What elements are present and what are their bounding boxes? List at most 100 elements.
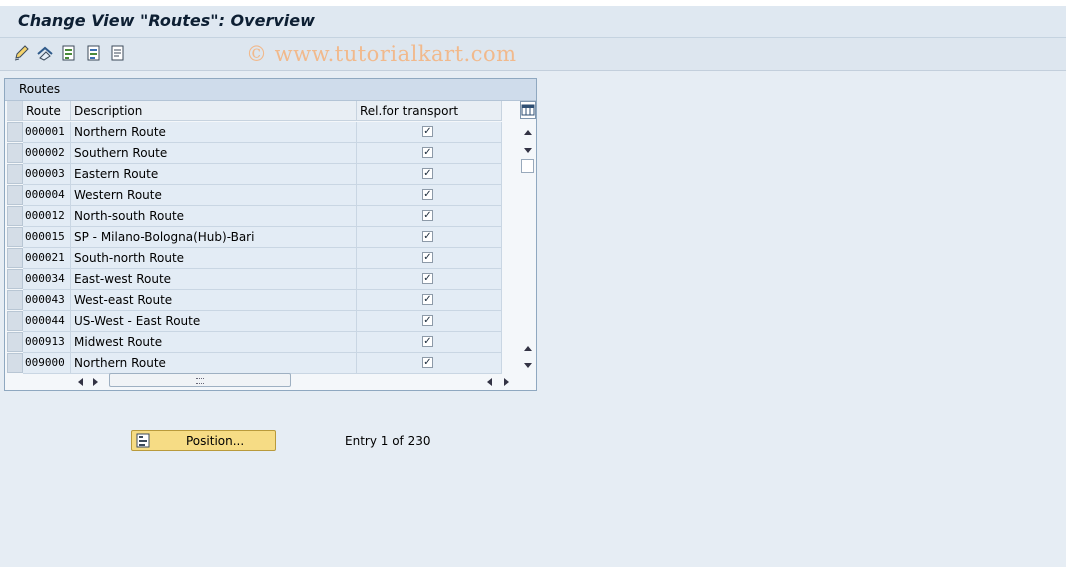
rel-transport-cell: ✓ <box>357 248 502 269</box>
table-row[interactable]: 000002 Southern Route ✓ <box>5 143 518 164</box>
description-cell: SP - Milano-Bologna(Hub)-Bari <box>71 227 357 248</box>
rel-transport-checkbox[interactable]: ✓ <box>422 168 433 179</box>
row-selector[interactable] <box>7 269 23 289</box>
rel-transport-cell: ✓ <box>357 122 502 143</box>
table-title: Routes <box>19 82 61 96</box>
select-all-header[interactable] <box>7 101 23 121</box>
column-header-route[interactable]: Route <box>23 101 71 121</box>
description-cell: Northern Route <box>71 122 357 143</box>
scroll-up-icon[interactable] <box>523 125 533 139</box>
route-cell: 000043 <box>23 290 71 311</box>
route-cell: 000004 <box>23 185 71 206</box>
rel-transport-cell: ✓ <box>357 164 502 185</box>
table-row[interactable]: 000044 US-West - East Route ✓ <box>5 311 518 332</box>
horizontal-scroll-thumb[interactable] <box>109 373 291 387</box>
table-row[interactable]: 000001 Northern Route ✓ <box>5 122 518 143</box>
route-cell: 000034 <box>23 269 71 290</box>
table-row[interactable]: 009000 Northern Route ✓ <box>5 353 518 374</box>
watermark: © www.tutorialkart.com <box>246 42 517 66</box>
row-selector[interactable] <box>7 353 23 373</box>
row-selector[interactable] <box>7 185 23 205</box>
position-icon <box>136 433 150 451</box>
table-row[interactable]: 000043 West-east Route ✓ <box>5 290 518 311</box>
rel-transport-checkbox[interactable]: ✓ <box>422 357 433 368</box>
route-cell: 000001 <box>23 122 71 143</box>
rel-transport-checkbox[interactable]: ✓ <box>422 273 433 284</box>
row-selector[interactable] <box>7 122 23 142</box>
rel-transport-cell: ✓ <box>357 332 502 353</box>
rel-transport-cell: ✓ <box>357 227 502 248</box>
route-cell: 000012 <box>23 206 71 227</box>
routes-table-control: Routes Route Description Rel.for transpo… <box>4 78 537 391</box>
vertical-scrollbar[interactable] <box>519 101 536 371</box>
scroll-right-end-icon[interactable] <box>503 376 511 390</box>
table-row[interactable]: 000015 SP - Milano-Bologna(Hub)-Bari ✓ <box>5 227 518 248</box>
rel-transport-checkbox[interactable]: ✓ <box>422 189 433 200</box>
rel-transport-checkbox[interactable]: ✓ <box>422 231 433 242</box>
description-cell: East-west Route <box>71 269 357 290</box>
rel-transport-cell: ✓ <box>357 143 502 164</box>
table-row[interactable]: 000012 North-south Route ✓ <box>5 206 518 227</box>
column-header-rel-transport[interactable]: Rel.for transport <box>357 101 502 121</box>
description-cell: South-north Route <box>71 248 357 269</box>
table-row[interactable]: 000034 East-west Route ✓ <box>5 269 518 290</box>
route-cell: 009000 <box>23 353 71 374</box>
row-selector[interactable] <box>7 332 23 352</box>
copy-as-icon[interactable] <box>85 44 103 62</box>
route-cell: 000003 <box>23 164 71 185</box>
route-cell: 000021 <box>23 248 71 269</box>
scroll-left-end-icon[interactable] <box>485 376 493 390</box>
description-cell: Western Route <box>71 185 357 206</box>
new-entries-icon[interactable] <box>60 44 78 62</box>
title-bar: Change View "Routes": Overview <box>0 0 1066 38</box>
rel-transport-cell: ✓ <box>357 311 502 332</box>
table-row[interactable]: 000913 Midwest Route ✓ <box>5 332 518 353</box>
table-row[interactable]: 000003 Eastern Route ✓ <box>5 164 518 185</box>
position-button[interactable]: Position... <box>131 430 276 451</box>
scroll-page-down-icon[interactable] <box>523 359 533 373</box>
scroll-down-icon[interactable] <box>523 144 533 158</box>
row-selector[interactable] <box>7 206 23 226</box>
route-cell: 000913 <box>23 332 71 353</box>
rel-transport-checkbox[interactable]: ✓ <box>422 252 433 263</box>
rel-transport-checkbox[interactable]: ✓ <box>422 210 433 221</box>
row-selector[interactable] <box>7 290 23 310</box>
row-selector[interactable] <box>7 164 23 184</box>
rel-transport-checkbox[interactable]: ✓ <box>422 147 433 158</box>
description-cell: Eastern Route <box>71 164 357 185</box>
horizontal-scrollbar[interactable] <box>71 372 515 388</box>
column-header-description[interactable]: Description <box>71 101 357 121</box>
route-cell: 000002 <box>23 143 71 164</box>
scroll-left-icon[interactable] <box>76 376 84 390</box>
entry-counter: Entry 1 of 230 <box>345 434 431 448</box>
table-title-bar: Routes <box>5 79 536 101</box>
rel-transport-cell: ✓ <box>357 353 502 374</box>
application-toolbar: © www.tutorialkart.com <box>0 38 1066 71</box>
column-settings-icon[interactable] <box>520 101 536 119</box>
position-button-label: Position... <box>186 434 245 448</box>
rel-transport-checkbox[interactable]: ✓ <box>422 126 433 137</box>
row-selector[interactable] <box>7 311 23 331</box>
description-cell: Northern Route <box>71 353 357 374</box>
rel-transport-checkbox[interactable]: ✓ <box>422 336 433 347</box>
rel-transport-cell: ✓ <box>357 269 502 290</box>
row-selector[interactable] <box>7 227 23 247</box>
description-cell: US-West - East Route <box>71 311 357 332</box>
rel-transport-checkbox[interactable]: ✓ <box>422 294 433 305</box>
description-cell: Midwest Route <box>71 332 357 353</box>
description-cell: North-south Route <box>71 206 357 227</box>
row-selector[interactable] <box>7 143 23 163</box>
edit-pen-icon[interactable] <box>13 44 31 62</box>
scroll-page-up-icon[interactable] <box>523 341 533 355</box>
toggle-display-change-icon[interactable] <box>36 44 54 62</box>
table-row[interactable]: 000004 Western Route ✓ <box>5 185 518 206</box>
scroll-right-icon[interactable] <box>92 376 100 390</box>
vertical-scroll-thumb[interactable] <box>521 159 534 173</box>
row-selector[interactable] <box>7 248 23 268</box>
description-cell: Southern Route <box>71 143 357 164</box>
table-row[interactable]: 000021 South-north Route ✓ <box>5 248 518 269</box>
rel-transport-cell: ✓ <box>357 185 502 206</box>
route-cell: 000044 <box>23 311 71 332</box>
rel-transport-checkbox[interactable]: ✓ <box>422 315 433 326</box>
delete-icon[interactable] <box>109 44 127 62</box>
